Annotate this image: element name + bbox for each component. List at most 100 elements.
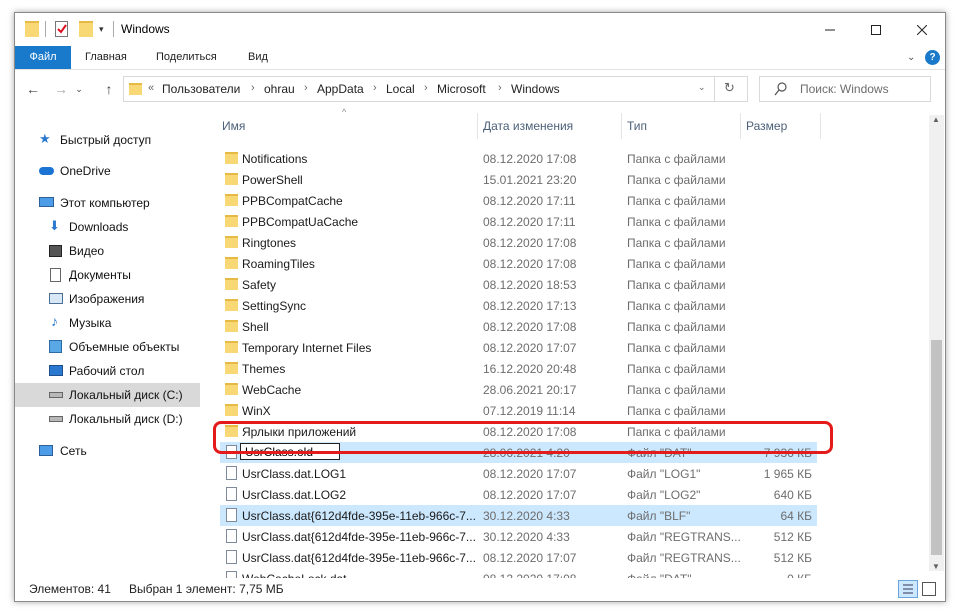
close-button[interactable]: [899, 13, 945, 46]
breadcrumb-overflow[interactable]: «: [148, 82, 154, 94]
back-arrow-icon[interactable]: ←: [23, 79, 43, 99]
new-folder-icon[interactable]: [79, 21, 93, 37]
help-icon[interactable]: ?: [925, 50, 940, 65]
file-icon: [226, 529, 237, 543]
file-date: 30.12.2020 4:33: [483, 509, 570, 523]
scroll-thumb[interactable]: [931, 340, 942, 555]
nav-pictures[interactable]: Изображения: [15, 287, 200, 311]
cube-icon: [49, 340, 62, 353]
cloud-icon: [39, 167, 54, 175]
nav-downloads[interactable]: ⬇ Downloads: [15, 215, 200, 239]
file-name: WinX: [242, 404, 271, 418]
maximize-button[interactable]: [853, 13, 899, 46]
breadcrumb-users[interactable]: Пользователи: [162, 82, 240, 96]
refresh-icon[interactable]: ↻: [724, 80, 735, 96]
table-row[interactable]: Shell 08.12.2020 17:08 Папка с файлами: [220, 316, 817, 337]
breadcrumb-ohrau[interactable]: ohrau: [264, 82, 295, 96]
expand-ribbon-icon[interactable]: ⌄: [907, 46, 915, 69]
breadcrumb-appdata[interactable]: AppData: [317, 82, 364, 96]
column-divider: [477, 113, 478, 139]
table-row[interactable]: PPBCompatUaCache 08.12.2020 17:11 Папка с …: [220, 211, 817, 232]
up-arrow-icon[interactable]: ↑: [99, 79, 119, 99]
table-row[interactable]: SettingSync 08.12.2020 17:13 Папка с файла…: [220, 295, 817, 316]
tab-home[interactable]: Главная: [85, 46, 127, 69]
table-row[interactable]: PPBCompatCache 08.12.2020 17:11 Папка с фа…: [220, 190, 817, 211]
table-row[interactable]: WinX 07.12.2019 11:14 Папка с файлами: [220, 400, 817, 421]
table-row[interactable]: Temporary Internet Files 08.12.2020 17:07…: [220, 337, 817, 358]
tab-file[interactable]: Файл: [15, 46, 71, 69]
separator: [45, 21, 46, 37]
nav-this-pc[interactable]: Этот компьютер: [15, 191, 200, 215]
table-row[interactable]: UsrClass.dat{612d4fde-395e-11eb-966c-7..…: [220, 505, 817, 526]
title-bar: ▾ Windows: [15, 13, 945, 46]
item-count: Элементов: 41: [29, 582, 111, 596]
file-icon: [226, 487, 237, 501]
table-row[interactable]: Safety 08.12.2020 18:53 Папка с файлами: [220, 274, 817, 295]
file-type: Папка с файлами: [627, 152, 726, 166]
desktop-icon: [49, 365, 63, 376]
nav-music[interactable]: ♪ Музыка: [15, 311, 200, 335]
file-name: UsrClass.dat.LOG1: [242, 467, 347, 481]
column-header-date[interactable]: Дата изменения: [483, 119, 573, 133]
column-header-name[interactable]: Имя: [222, 119, 245, 133]
nav-3d-objects[interactable]: Объемные объекты: [15, 335, 200, 359]
chevron-right-icon: ›: [498, 82, 502, 94]
nav-onedrive[interactable]: OneDrive: [15, 159, 200, 183]
tab-share[interactable]: Поделиться: [156, 46, 217, 69]
column-divider: [740, 113, 741, 139]
file-name: Safety: [242, 278, 277, 292]
nav-quick-access[interactable]: ★ Быстрый доступ: [15, 128, 200, 152]
customize-toolbar-icon[interactable]: ▾: [99, 21, 109, 37]
nav-drive-d[interactable]: Локальный диск (D:): [15, 407, 200, 431]
file-list: ^ Имя Дата изменения Тип Размер Notifica…: [215, 107, 945, 586]
table-row[interactable]: UsrClass.dat.LOG2 08.12.2020 17:07 Файл "L…: [220, 484, 817, 505]
file-name: PPBCompatUaCache: [242, 215, 359, 229]
nav-drive-c[interactable]: Локальный диск (C:): [15, 383, 200, 407]
file-date: 28.06.2021 20:17: [483, 383, 577, 397]
table-row[interactable]: UsrClass.dat{612d4fde-395e-11eb-966c-7..…: [220, 526, 817, 547]
table-row[interactable]: PowerShell 15.01.2021 23:20 Папка с файлам…: [220, 169, 817, 190]
file-date: 08.12.2020 17:08: [483, 236, 577, 250]
scroll-up-icon[interactable]: ▲: [932, 115, 940, 124]
recent-locations-icon[interactable]: ⌄: [73, 79, 85, 99]
navigation-pane: ★ Быстрый доступ OneDrive Этот компьютер…: [15, 109, 215, 574]
nav-documents[interactable]: Документы: [15, 263, 200, 287]
nav-network[interactable]: Сеть: [15, 439, 200, 463]
search-icon: [774, 82, 787, 96]
address-bar[interactable]: « Пользователи › ohrau › AppData › Local…: [123, 76, 748, 102]
table-row[interactable]: UsrClass.dat.LOG1 08.12.2020 17:07 Файл "L…: [220, 463, 817, 484]
forward-arrow-icon[interactable]: →: [51, 79, 71, 99]
column-header-type[interactable]: Тип: [627, 119, 647, 133]
folder-icon: [225, 215, 238, 227]
table-row[interactable]: WebCache 28.06.2021 20:17 Папка с файлами: [220, 379, 817, 400]
details-view-icon[interactable]: [898, 580, 918, 598]
address-dropdown-icon[interactable]: ⌄: [698, 82, 706, 93]
nav-videos[interactable]: Видео: [15, 239, 200, 263]
column-header-size[interactable]: Размер: [746, 119, 787, 133]
breadcrumb-local[interactable]: Local: [386, 82, 415, 96]
breadcrumb-windows[interactable]: Windows: [511, 82, 560, 96]
table-row[interactable]: Ringtones 08.12.2020 17:08 Папка с файлами: [220, 232, 817, 253]
file-name: UsrClass.dat{612d4fde-395e-11eb-966c-7..…: [242, 530, 476, 544]
highlight-annotation: [213, 421, 833, 454]
chevron-right-icon: ›: [373, 82, 377, 94]
file-size: 1 965 КБ: [763, 467, 812, 481]
nav-desktop[interactable]: Рабочий стол: [15, 359, 200, 383]
selection-info: Выбран 1 элемент: 7,75 МБ: [129, 582, 284, 596]
table-row[interactable]: Themes 16.12.2020 20:48 Папка с файлами: [220, 358, 817, 379]
scroll-down-icon[interactable]: ▼: [932, 562, 940, 571]
table-row[interactable]: UsrClass.dat{612d4fde-395e-11eb-966c-7..…: [220, 547, 817, 568]
table-row[interactable]: Notifications 08.12.2020 17:08 Папка с фай…: [220, 148, 817, 169]
minimize-button[interactable]: [807, 13, 853, 46]
file-type: Файл "REGTRANS...: [627, 551, 741, 565]
breadcrumb-microsoft[interactable]: Microsoft: [437, 82, 486, 96]
search-input[interactable]: Поиск: Windows: [759, 76, 931, 102]
folder-icon: [225, 278, 238, 290]
file-date: 08.12.2020 18:53: [483, 278, 577, 292]
table-row[interactable]: RoamingTiles 08.12.2020 17:08 Папка с файл…: [220, 253, 817, 274]
properties-icon[interactable]: [55, 21, 68, 37]
large-icons-view-icon[interactable]: [922, 582, 936, 596]
vertical-scrollbar[interactable]: ▲ ▼: [929, 115, 944, 571]
file-date: 08.12.2020 17:11: [483, 194, 576, 208]
tab-view[interactable]: Вид: [248, 46, 268, 69]
